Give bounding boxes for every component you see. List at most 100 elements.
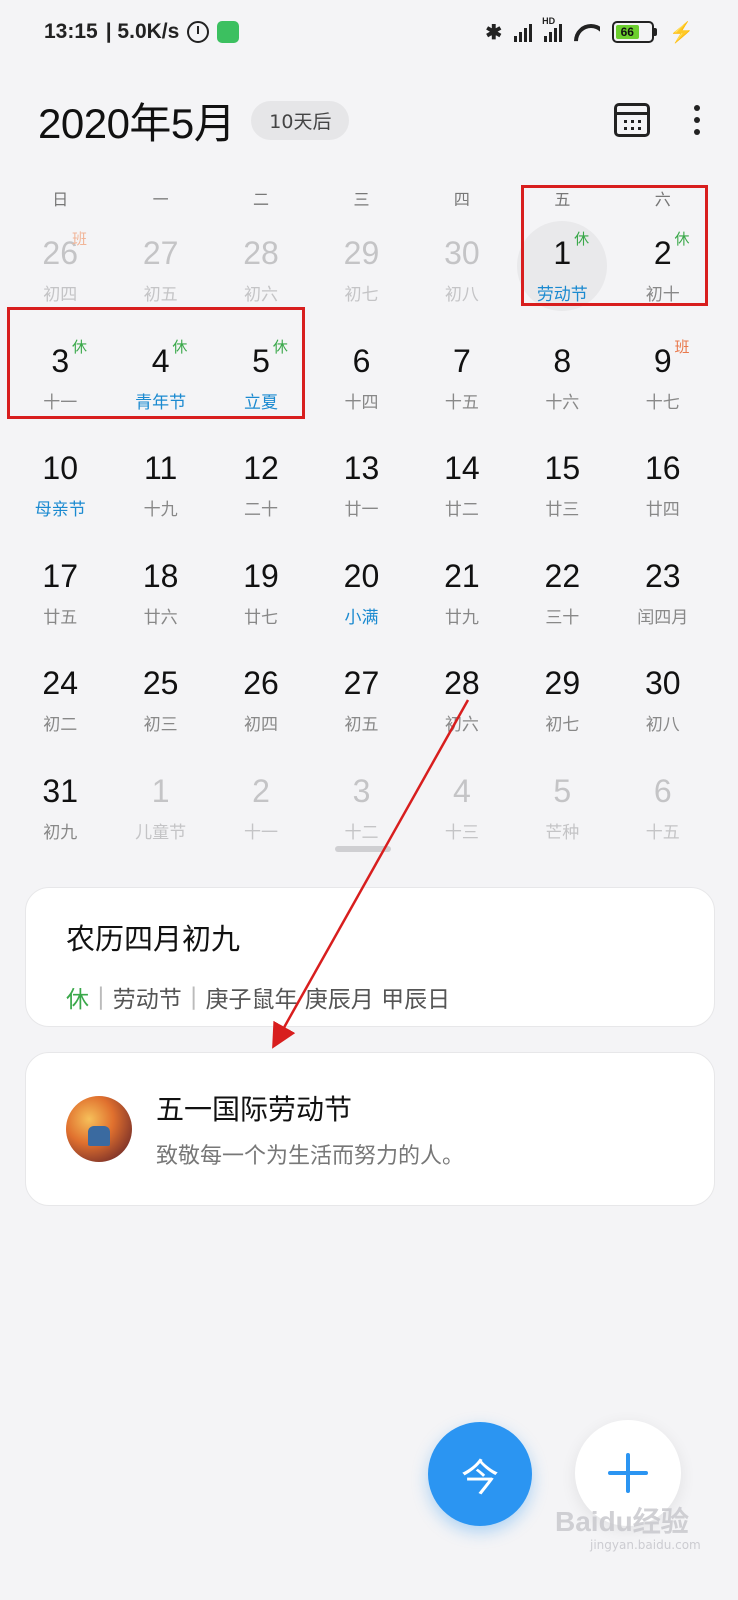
rest-day-tag: 休 [172, 337, 188, 356]
day-number: 3 [51, 342, 70, 379]
charging-icon: ⚡ [669, 21, 694, 44]
day-cell[interactable]: 19 廿七 [211, 543, 311, 651]
day-number: 30 [644, 665, 681, 701]
day-number: 6 [653, 772, 672, 809]
day-lunar-label: 十三 [444, 822, 479, 843]
day-number: 28 [444, 665, 480, 701]
day-cell[interactable]: 8 十六 [512, 328, 612, 436]
day-lunar-label: 初三 [143, 715, 178, 735]
day-cell[interactable]: 30 初八 [412, 220, 512, 328]
rest-day-tag: 休 [272, 337, 288, 356]
day-lunar-label: 十六 [545, 392, 580, 413]
week-row: 17 廿五 18 廿六 19 廿七 20 小满 21 廿九 22 三十 23 闰四月 [10, 543, 713, 651]
day-cell[interactable]: 27 初五 [311, 650, 411, 758]
week-row: 26 初四班 27 初五 28 初六 29 初七 30 初八 1 劳动节休 2 初十休 [10, 220, 713, 328]
calendar-header: 2020年5月 10天后 [38, 90, 700, 150]
day-number: 24 [42, 665, 78, 701]
day-cell[interactable]: 16 廿四 [613, 435, 713, 543]
day-cell[interactable]: 5 芒种 [512, 758, 612, 866]
ganzhi-text: 庚子鼠年 庚辰月 甲辰日 [205, 987, 451, 1013]
day-cell[interactable]: 24 初二 [10, 650, 110, 758]
day-cell[interactable]: 29 初七 [311, 220, 411, 328]
day-lunar-label: 三十 [545, 607, 580, 628]
status-time: 13:15 [44, 20, 98, 43]
day-lunar-label: 廿三 [545, 500, 580, 520]
day-number: 3 [352, 772, 371, 809]
day-cell[interactable]: 26 初四 班 [10, 220, 110, 328]
day-cell[interactable]: 10 母亲节 [10, 435, 110, 543]
day-number: 15 [544, 450, 581, 486]
day-lunar-label: 十五 [645, 822, 680, 843]
holiday-illustration-icon [66, 1096, 132, 1162]
weekday-label: 五 [554, 190, 571, 209]
watermark-logo: Baidu经验 [555, 1506, 689, 1537]
calendar-icon[interactable] [614, 103, 650, 137]
day-cell[interactable]: 13 廿一 [311, 435, 411, 543]
day-cell[interactable]: 25 初三 [110, 650, 210, 758]
day-cell[interactable]: 27 初五 [110, 220, 210, 328]
day-lunar-label: 十九 [143, 500, 178, 520]
day-cell[interactable]: 28 初六 [412, 650, 512, 758]
day-cell[interactable]: 1 儿童节 [110, 758, 210, 866]
day-number: 19 [243, 557, 279, 594]
day-cell[interactable]: 18 廿六 [110, 543, 210, 651]
day-cell[interactable]: 1 劳动节 休 [512, 220, 612, 328]
day-cell[interactable]: 20 小满 [311, 543, 411, 651]
day-cell[interactable]: 28 初六 [211, 220, 311, 328]
day-number: 17 [42, 557, 78, 594]
day-cell[interactable]: 4 青年节 休 [110, 328, 210, 436]
day-cell[interactable]: 6 十五 [613, 758, 713, 866]
lunar-info-card[interactable]: 农历四月初九 休 | 劳动节 | 庚子鼠年 庚辰月 甲辰日 [25, 887, 715, 1027]
day-cell[interactable]: 11 十九 [110, 435, 210, 543]
day-lunar-label: 初八 [444, 285, 479, 305]
day-cell[interactable]: 22 三十 [512, 543, 612, 651]
day-cell[interactable]: 2 初十 休 [613, 220, 713, 328]
day-number: 6 [352, 342, 371, 379]
holiday-card[interactable]: 五一国际劳动节 致敬每一个为生活而努力的人。 [25, 1052, 715, 1206]
app-notification-icon [217, 21, 240, 43]
day-number: 29 [544, 665, 581, 701]
day-cell[interactable]: 30 初八 [613, 650, 713, 758]
month-title[interactable]: 2020年5月 [38, 90, 236, 151]
week-row: 10 母亲节 11 十九 12 二十 13 廿一 14 廿二 15 廿三 16 廿四 [10, 435, 713, 543]
day-lunar-label: 初四 [244, 715, 279, 735]
day-number: 10 [42, 450, 78, 486]
day-cell[interactable]: 31 初九 [10, 758, 110, 866]
day-number: 22 [544, 557, 581, 594]
day-cell[interactable]: 3 十一 休 [10, 328, 110, 436]
day-number: 9 [653, 342, 672, 379]
day-cell[interactable]: 9 十七 班 [613, 328, 713, 436]
drag-handle[interactable] [335, 846, 391, 852]
day-cell[interactable]: 6 十四 [311, 328, 411, 436]
rest-day-tag: 休 [674, 230, 690, 248]
day-lunar-label: 初七 [344, 285, 379, 305]
more-options-icon[interactable] [694, 105, 700, 135]
separator: | [189, 984, 198, 1010]
day-lunar-label: 初六 [244, 285, 279, 305]
day-cell[interactable]: 7 十五 [412, 328, 512, 436]
day-cell[interactable]: 2 十一 [211, 758, 311, 866]
day-lunar-label: 初六 [444, 715, 479, 735]
plus-icon [608, 1453, 648, 1493]
today-button[interactable]: 今 [428, 1422, 532, 1526]
weekday-label: 一 [152, 190, 169, 209]
day-number: 26 [243, 665, 279, 701]
day-cell[interactable]: 21 廿九 [412, 543, 512, 651]
day-lunar-label: 二十 [244, 500, 279, 520]
day-cell[interactable]: 14 廿二 [412, 435, 512, 543]
day-cell[interactable]: 26 初四 [211, 650, 311, 758]
day-cell[interactable]: 23 闰四月 [613, 543, 713, 651]
day-cell[interactable]: 12 二十 [211, 435, 311, 543]
day-number: 7 [453, 342, 471, 379]
rest-day-tag: 休 [72, 337, 88, 356]
day-lunar-label: 十五 [444, 392, 479, 413]
day-cell[interactable]: 4 十三 [412, 758, 512, 866]
status-net-speed: | 5.0K/s [105, 20, 180, 43]
battery-level: 66 [616, 25, 639, 39]
day-cell[interactable]: 29 初七 [512, 650, 612, 758]
day-cell[interactable]: 5 立夏 休 [211, 328, 311, 436]
week-row: 24 初二 25 初三 26 初四 27 初五 28 初六 29 初七 30 初八 [10, 650, 713, 758]
day-cell[interactable]: 17 廿五 [10, 543, 110, 651]
day-number: 4 [453, 772, 471, 809]
day-cell[interactable]: 15 廿三 [512, 435, 612, 543]
